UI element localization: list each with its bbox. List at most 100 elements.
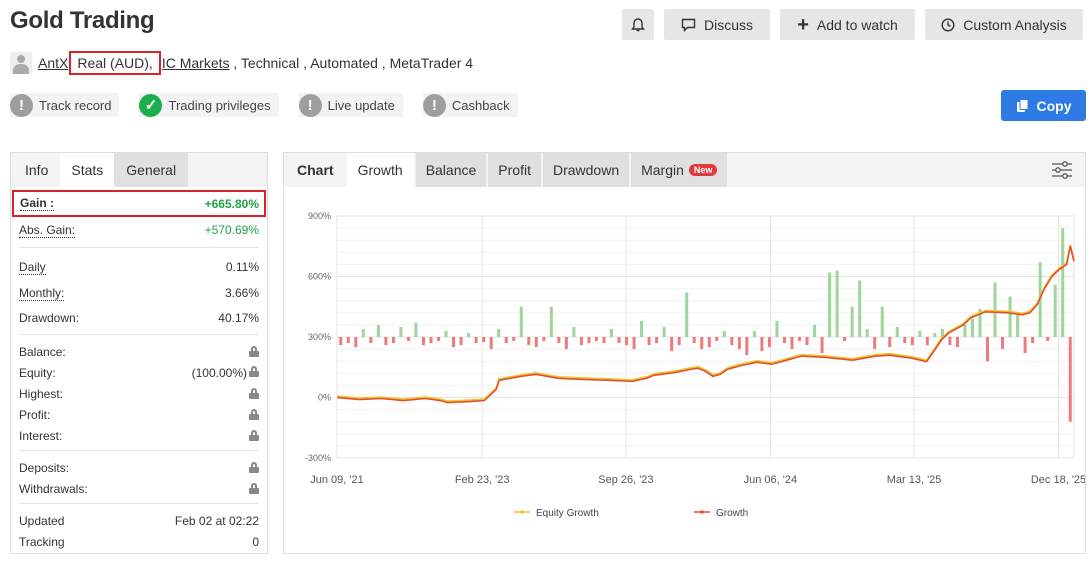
daily-bar (542, 337, 546, 342)
copy-label: Copy (1036, 97, 1072, 114)
tab-stats[interactable]: Stats (60, 153, 115, 187)
daily-bar (820, 337, 824, 354)
daily-bar (1068, 337, 1072, 422)
daily-bar (782, 337, 786, 344)
lock-icon (249, 388, 259, 399)
daily-bar (594, 337, 598, 342)
profit-label: Profit: (19, 407, 51, 422)
daily-bar (767, 337, 771, 348)
daily-bar (828, 272, 832, 337)
daily-bar (587, 337, 591, 344)
daily-bar (963, 324, 967, 337)
copy-button[interactable]: Copy (1001, 90, 1086, 121)
daily-bar (1031, 337, 1035, 344)
badge-trading-privileges[interactable]: ✓ Trading privileges (139, 93, 279, 117)
daily-bar (986, 337, 990, 362)
tab-general[interactable]: General (114, 153, 189, 187)
daily-bar (970, 318, 974, 337)
tab-growth[interactable]: Growth (346, 153, 414, 187)
user-link[interactable]: AntX (38, 55, 68, 71)
y-tick-label: 0% (318, 393, 331, 403)
daily-bar (414, 322, 418, 337)
tab-balance[interactable]: Balance (415, 153, 487, 187)
copy-icon (1016, 98, 1028, 112)
daily-bar (534, 337, 538, 348)
daily-bar (955, 337, 959, 348)
highest-label: Highest: (19, 386, 64, 401)
add-to-watch-button[interactable]: + Add to watch (780, 9, 915, 40)
daily-bar (640, 320, 644, 337)
daily-bar (1046, 337, 1050, 342)
tab-drawdown[interactable]: Drawdown (542, 153, 630, 187)
badge-label: Track record (39, 97, 112, 113)
withdrawals-label: Withdrawals: (19, 481, 88, 496)
y-tick-label: 600% (308, 272, 331, 282)
monthly-label: Monthly: (19, 285, 65, 301)
tab-info[interactable]: Info (13, 153, 60, 187)
badge-live-update[interactable]: ! Live update (298, 93, 403, 117)
daily-bar (700, 337, 704, 350)
lock-icon (249, 483, 259, 494)
daily-bar (369, 337, 373, 344)
daily-bar (376, 324, 380, 337)
legend-label: Growth (716, 508, 748, 519)
daily-bar (406, 337, 410, 342)
comment-icon (681, 18, 696, 32)
lock-icon (249, 462, 259, 473)
daily-bar (752, 330, 756, 337)
discuss-button[interactable]: Discuss (664, 9, 770, 40)
x-tick-label: Dec 18, '25 (1031, 474, 1085, 486)
daily-bar (707, 337, 711, 348)
daily-bar (391, 337, 395, 344)
add-to-watch-label: Add to watch (816, 16, 898, 33)
lock-icon (249, 430, 259, 441)
daily-bar (437, 337, 441, 342)
daily-bar (677, 337, 681, 346)
equity-label: Equity: (19, 365, 56, 380)
bell-icon (631, 18, 645, 32)
daily-bar (655, 337, 659, 344)
daily-bar (865, 328, 869, 337)
abs-gain-label: Abs. Gain: (19, 222, 76, 238)
daily-bar (918, 330, 922, 337)
y-tick-label: 300% (308, 332, 331, 342)
daily-bar (617, 337, 621, 344)
tab-margin[interactable]: Margin New (631, 153, 728, 187)
daily-bar (504, 337, 508, 344)
legend-label: Equity Growth (536, 508, 599, 519)
daily-bar (1061, 228, 1065, 337)
clock-icon (941, 17, 955, 32)
daily-bar (625, 337, 629, 346)
chart-panel: Chart Growth Balance Profit Drawdown Mar… (283, 152, 1086, 554)
daily-bar (1008, 296, 1012, 337)
daily-bar (1016, 314, 1020, 337)
gain-row: Gain : +665.80% (12, 190, 266, 217)
y-tick-label: 900% (308, 211, 331, 221)
daily-bar (557, 337, 561, 344)
daily-bar (489, 337, 493, 350)
daily-bar (512, 337, 516, 342)
daily-bar (602, 337, 606, 344)
new-badge: New (688, 164, 718, 176)
notify-button[interactable] (622, 9, 654, 40)
daily-bar (549, 306, 553, 337)
x-tick-label: Jun 06, '24 (744, 474, 797, 486)
badge-track-record[interactable]: ! Track record (10, 93, 120, 117)
badge-cashback[interactable]: ! Cashback (422, 93, 518, 117)
tab-profit[interactable]: Profit (488, 153, 541, 187)
gain-value: +665.80% (204, 196, 259, 211)
daily-bar (722, 330, 726, 337)
broker-link[interactable]: IC Markets (162, 55, 230, 71)
updated-label: Updated (19, 513, 65, 528)
badges: ! Track record ✓ Trading privileges ! Live … (10, 93, 518, 117)
daily-bar (835, 270, 839, 337)
daily-bar (933, 332, 937, 337)
custom-analysis-button[interactable]: Custom Analysis (925, 9, 1083, 40)
tracking-value: 0 (252, 534, 259, 549)
daily-bar (497, 328, 501, 337)
daily-bar (564, 337, 568, 350)
avatar (10, 52, 32, 74)
daily-bar (474, 337, 478, 344)
custom-analysis-label: Custom Analysis (963, 16, 1067, 33)
settings-sliders-icon[interactable] (1051, 160, 1073, 180)
